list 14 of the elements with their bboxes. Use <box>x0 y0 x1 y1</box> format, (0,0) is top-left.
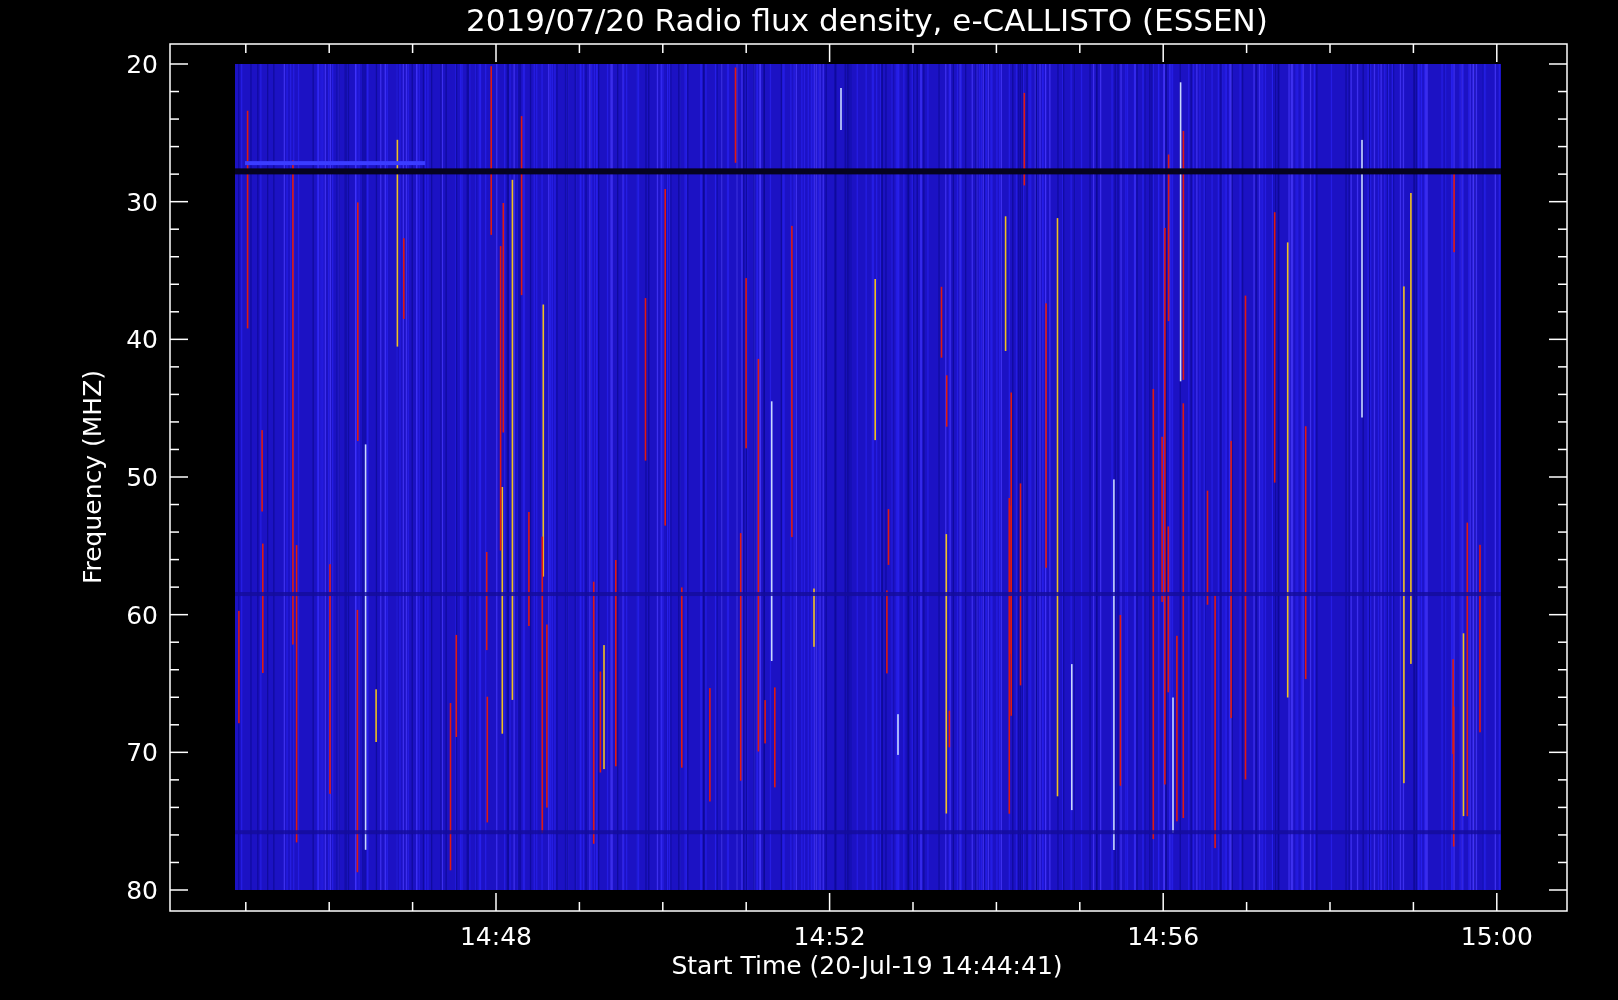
tick-label: 14:48 <box>460 922 532 951</box>
axis-title: Frequency (MHZ) <box>78 369 107 585</box>
tick-label: 20 <box>126 50 158 79</box>
chart-title: 2019/07/20 Radio flux density, e-CALLISTO (ESSEN) <box>466 2 1268 38</box>
tick-label: 50 <box>126 463 158 492</box>
tick-label: 14:56 <box>1127 922 1200 951</box>
tick-label: 70 <box>126 738 158 768</box>
tick-label: 30 <box>126 187 158 217</box>
tick-label: 80 <box>126 876 158 905</box>
axis-title: Start Time (20-Jul-19 14:44:41) <box>671 951 1063 980</box>
tick-label: 14:52 <box>793 922 866 951</box>
tick-label: 40 <box>126 325 158 355</box>
tick-label: 60 <box>126 600 158 630</box>
tick-label: 15:00 <box>1460 922 1533 951</box>
